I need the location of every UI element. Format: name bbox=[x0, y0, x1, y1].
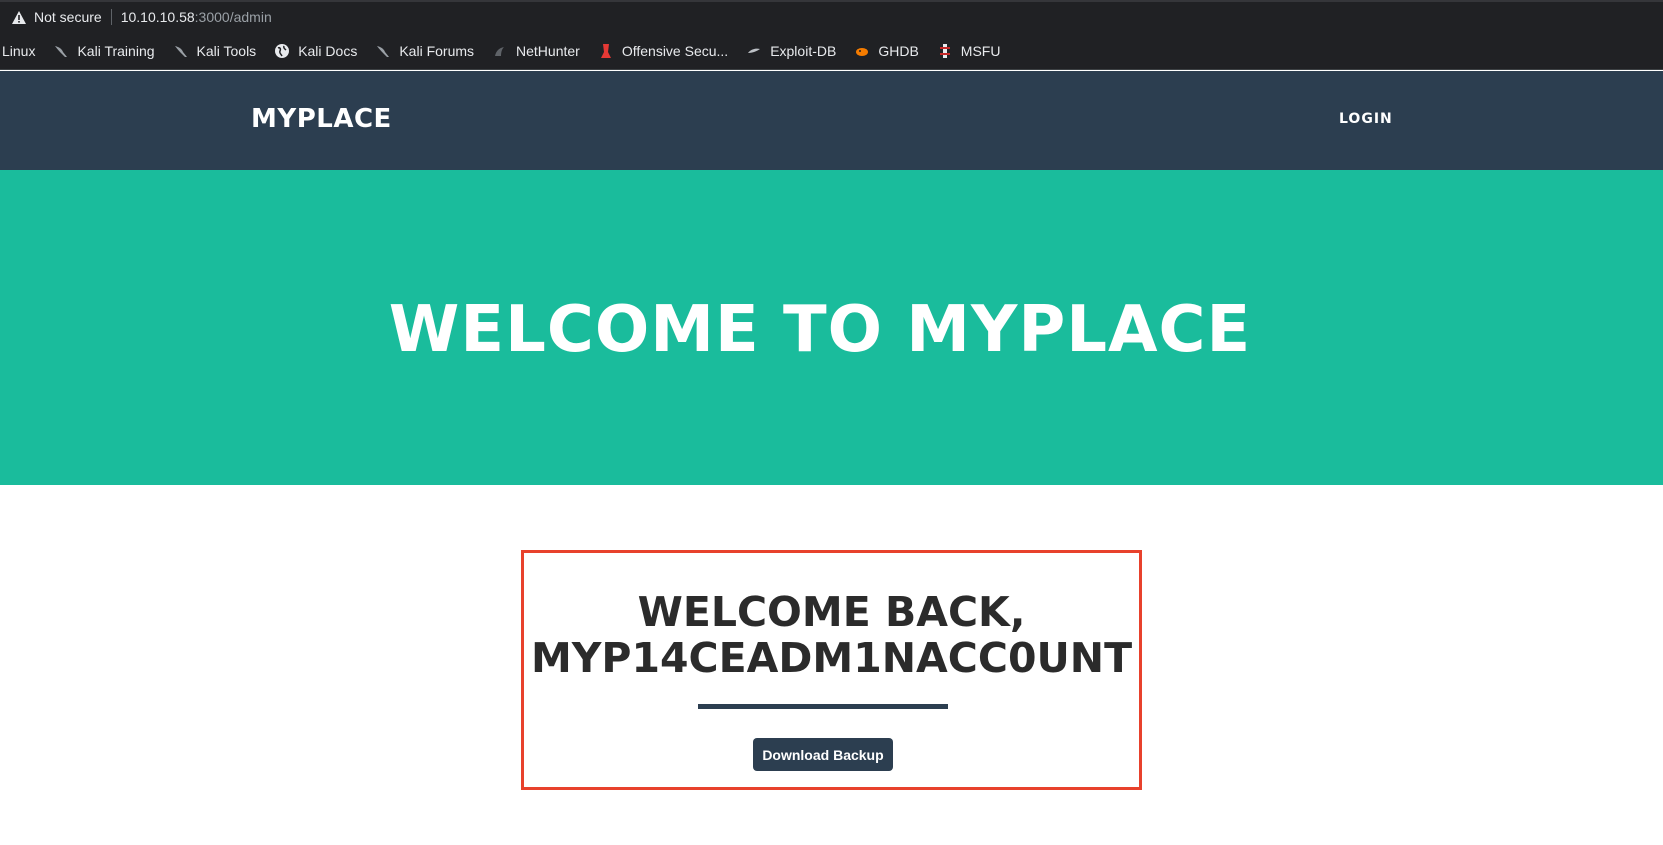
bookmark-ghdb[interactable]: GHDB bbox=[854, 42, 919, 59]
download-backup-button[interactable]: Download Backup bbox=[753, 738, 893, 771]
url-path[interactable]: :3000/admin bbox=[195, 9, 272, 25]
ghdb-icon bbox=[854, 43, 870, 59]
browser-address-bar[interactable]: Not secure 10.10.10.58:3000/admin bbox=[0, 0, 1663, 32]
site-brand[interactable]: MYPLACE bbox=[251, 104, 392, 134]
bookmark-label: Exploit-DB bbox=[770, 42, 837, 59]
bookmark-msfu[interactable]: MSFU bbox=[937, 42, 1001, 59]
kali-dragon-icon bbox=[53, 43, 69, 59]
bookmark-label: Kali Training bbox=[77, 42, 155, 59]
bookmark-label: Linux bbox=[2, 42, 36, 59]
bookmark-kali-tools[interactable]: Kali Tools bbox=[173, 42, 257, 59]
bookmark-exploit-db[interactable]: Exploit-DB bbox=[746, 43, 836, 59]
bookmark-label: NetHunter bbox=[516, 42, 580, 59]
welcome-username: MYP14CEADM1NACC0UNT bbox=[530, 634, 1133, 682]
bookmark-label: Kali Docs bbox=[298, 42, 358, 59]
bookmarks-bar: Linux Kali Training Kali Tools Kali Docs… bbox=[0, 32, 1663, 70]
url-host[interactable]: 10.10.10.58 bbox=[121, 9, 195, 25]
security-label[interactable]: Not secure bbox=[34, 9, 102, 25]
site-navbar: MYPLACE LOGIN bbox=[0, 71, 1663, 170]
bookmark-label: GHDB bbox=[878, 42, 919, 59]
bookmark-nethunter[interactable]: NetHunter bbox=[492, 43, 580, 59]
divider bbox=[110, 9, 112, 25]
welcome-line-1: WELCOME BACK, bbox=[637, 588, 1026, 636]
kali-dragon-icon bbox=[375, 43, 391, 59]
bookmark-kali-training[interactable]: Kali Training bbox=[53, 42, 155, 59]
hero-banner: WELCOME TO MYPLACE bbox=[0, 170, 1663, 485]
bookmark-label: MSFU bbox=[960, 42, 1001, 59]
bookmark-label: Kali Tools bbox=[196, 42, 257, 59]
bookmark-offensive-security[interactable]: Offensive Secu... bbox=[598, 43, 728, 59]
nethunter-icon bbox=[492, 43, 508, 59]
globe-icon bbox=[274, 43, 290, 59]
divider-rule bbox=[698, 704, 948, 709]
hero-title: WELCOME TO MYPLACE bbox=[388, 293, 1252, 367]
warning-icon[interactable] bbox=[12, 10, 26, 24]
welcome-heading: WELCOME BACK, MYP14CEADM1NACC0UNT bbox=[524, 589, 1139, 681]
login-link[interactable]: LOGIN bbox=[1339, 111, 1393, 127]
bookmark-label: Offensive Secu... bbox=[621, 42, 729, 59]
exploitdb-icon bbox=[746, 43, 762, 59]
admin-panel: WELCOME BACK, MYP14CEADM1NACC0UNT Downlo… bbox=[521, 550, 1142, 790]
offsec-icon bbox=[598, 43, 614, 59]
bookmark-label: Kali Forums bbox=[399, 42, 475, 59]
msfu-icon bbox=[937, 43, 953, 59]
bookmark-kali-forums[interactable]: Kali Forums bbox=[375, 43, 474, 59]
kali-dragon-icon bbox=[173, 43, 189, 59]
bookmark-kali-docs[interactable]: Kali Docs bbox=[274, 43, 357, 59]
bookmark-linux[interactable]: Linux bbox=[2, 43, 35, 59]
